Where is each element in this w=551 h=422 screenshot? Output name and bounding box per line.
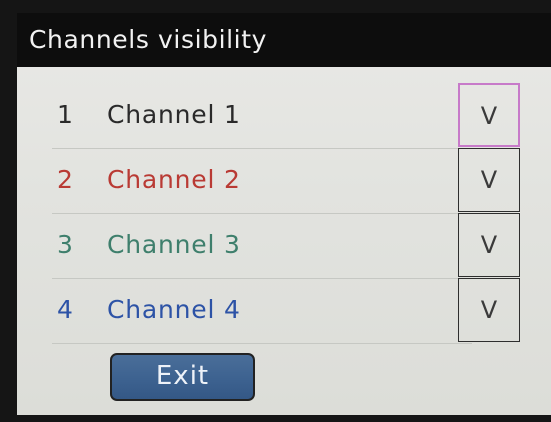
title-bar: Channels visibility: [17, 13, 551, 67]
exit-button[interactable]: Exit: [110, 353, 255, 401]
channel-1-visibility-toggle[interactable]: V: [458, 83, 520, 147]
channel-row-4: 4 Channel 4 V: [17, 278, 551, 344]
row-divider: [52, 343, 472, 344]
channel-name-4: Channel 4: [107, 295, 241, 324]
visibility-mark: V: [480, 231, 498, 259]
channel-2-visibility-toggle[interactable]: V: [458, 148, 520, 212]
visibility-mark: V: [480, 102, 498, 130]
channel-row-1: 1 Channel 1 V: [17, 83, 551, 149]
channel-name-3: Channel 3: [107, 230, 241, 259]
channel-name-2: Channel 2: [107, 165, 241, 194]
channel-row-3: 3 Channel 3 V: [17, 213, 551, 279]
channel-row-2: 2 Channel 2 V: [17, 148, 551, 214]
page-title: Channels visibility: [29, 25, 268, 54]
channel-number-2: 2: [57, 165, 73, 194]
visibility-mark: V: [480, 166, 498, 194]
channel-4-visibility-toggle[interactable]: V: [458, 278, 520, 342]
channel-name-1: Channel 1: [107, 100, 241, 129]
channel-number-3: 3: [57, 230, 73, 259]
channel-number-1: 1: [57, 100, 73, 129]
channel-number-4: 4: [57, 295, 73, 324]
channel-3-visibility-toggle[interactable]: V: [458, 213, 520, 277]
device-screen: Channels visibility 1 Channel 1 V 2 Chan…: [17, 13, 551, 415]
visibility-mark: V: [480, 296, 498, 324]
